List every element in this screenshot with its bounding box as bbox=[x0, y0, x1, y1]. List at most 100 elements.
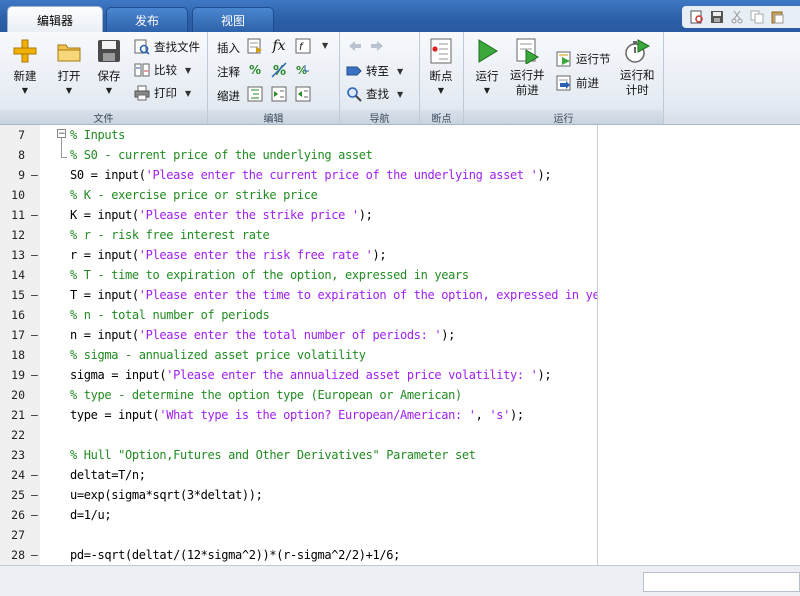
forward-arrow-icon[interactable] bbox=[368, 37, 386, 55]
code-line[interactable]: 15 — T = input('Please enter the time to e… bbox=[0, 285, 597, 305]
code-line[interactable]: 11 — K = input('Please enter the strike pr… bbox=[0, 205, 597, 225]
code-line[interactable]: 23 % Hull "Option,Futures and Other Deriv… bbox=[0, 445, 597, 465]
run-section-button[interactable]: 运行节 bbox=[556, 49, 611, 69]
line-number: 23 bbox=[11, 448, 25, 462]
chevron-down-icon[interactable]: ▼ bbox=[397, 90, 403, 99]
uncomment-icon[interactable]: % bbox=[270, 61, 288, 79]
chevron-down-icon[interactable]: ▼ bbox=[22, 86, 28, 95]
tab-editor[interactable]: 编辑器 bbox=[7, 6, 103, 33]
advance-icon bbox=[556, 75, 572, 91]
tab-view[interactable]: 视图 bbox=[192, 7, 274, 32]
code-line[interactable]: 27 bbox=[0, 525, 597, 545]
chevron-down-icon[interactable]: ▼ bbox=[185, 89, 191, 98]
code-line[interactable]: 18 % sigma - annualized asset price volat… bbox=[0, 345, 597, 365]
find-files-icon bbox=[134, 39, 150, 55]
code-editor[interactable]: − 7% Inputs 8% S0 - current price of the … bbox=[0, 125, 598, 565]
code-token: ); bbox=[537, 368, 552, 382]
compare-icon bbox=[134, 62, 150, 78]
code-line[interactable]: 8 % S0 - current price of the underlying … bbox=[0, 145, 597, 165]
breakpoint-marker[interactable]: — bbox=[31, 245, 38, 265]
code-string: 'Please enter the annualized asset price… bbox=[166, 368, 538, 382]
save-icon[interactable] bbox=[710, 10, 724, 24]
chevron-down-icon[interactable]: ▼ bbox=[397, 67, 403, 76]
code-text: r = input('Please enter the risk free ra… bbox=[70, 245, 387, 265]
smart-indent-icon[interactable] bbox=[246, 85, 264, 103]
comment-icon[interactable]: % bbox=[246, 61, 264, 79]
code-line[interactable]: 22 bbox=[0, 425, 597, 445]
tab-publish[interactable]: 发布 bbox=[106, 7, 188, 32]
decrease-indent-icon[interactable] bbox=[294, 85, 312, 103]
insert-section-icon[interactable] bbox=[246, 37, 264, 55]
run-button[interactable]: 运行 ▼ bbox=[474, 38, 500, 95]
code-token: ); bbox=[509, 408, 524, 422]
breakpoint-marker[interactable]: — bbox=[31, 205, 38, 225]
code-string: 'What type is the option? European/Ameri… bbox=[159, 408, 476, 422]
breakpoint-marker[interactable]: — bbox=[31, 325, 38, 345]
code-line[interactable]: 24 — deltat=T/n; bbox=[0, 465, 597, 485]
code-token: ); bbox=[372, 248, 387, 262]
breakpoint-marker[interactable]: — bbox=[31, 505, 38, 525]
code-comment: % r - risk free interest rate bbox=[70, 228, 270, 242]
line-number: 12 bbox=[11, 228, 25, 242]
code-line[interactable]: 10 % K - exercise price or strike price bbox=[0, 185, 597, 205]
open-button[interactable]: 打开 ▼ bbox=[56, 38, 82, 95]
code-token: deltat=T/n; bbox=[70, 468, 146, 482]
advance-button[interactable]: 前进 bbox=[556, 73, 599, 93]
code-line[interactable]: 26 — d=1/u; bbox=[0, 505, 597, 525]
back-arrow-icon[interactable] bbox=[346, 37, 364, 55]
print-button[interactable]: 打印 ▼ bbox=[134, 83, 191, 103]
code-text: d=1/u; bbox=[70, 505, 112, 525]
code-line[interactable]: 25 — u=exp(sigma*sqrt(3*deltat)); bbox=[0, 485, 597, 505]
code-line[interactable]: 12 % r - risk free interest rate bbox=[0, 225, 597, 245]
goto-button[interactable]: 转至 ▼ bbox=[346, 61, 403, 81]
find-files-button[interactable]: 查找文件 bbox=[134, 37, 200, 57]
code-line[interactable]: 21 — type = input('What type is the option… bbox=[0, 405, 597, 425]
editor-right-margin[interactable] bbox=[598, 125, 800, 565]
chevron-down-icon[interactable]: ▼ bbox=[106, 86, 112, 95]
breakpoint-marker[interactable]: — bbox=[31, 165, 38, 185]
copy-icon[interactable] bbox=[750, 10, 764, 24]
code-line[interactable]: 7 % Inputs bbox=[0, 125, 597, 145]
line-number: 13 bbox=[11, 248, 25, 262]
line-number: 18 bbox=[11, 348, 25, 362]
run-advance-button[interactable]: 运行并 前进 bbox=[510, 38, 545, 98]
run-and-time-button[interactable]: 运行和 计时 bbox=[620, 38, 655, 98]
new-button[interactable]: 新建 ▼ bbox=[12, 38, 38, 95]
breakpoint-marker[interactable]: — bbox=[31, 465, 38, 485]
wrap-comments-icon[interactable]: % bbox=[294, 61, 312, 79]
breakpoint-marker[interactable]: — bbox=[31, 545, 38, 565]
code-string: 'Please enter the risk free rate ' bbox=[138, 248, 373, 262]
code-line[interactable]: 19 — sigma = input('Please enter the annua… bbox=[0, 365, 597, 385]
breakpoint-marker[interactable]: — bbox=[31, 405, 38, 425]
save-button[interactable]: 保存 ▼ bbox=[96, 38, 122, 95]
chevron-down-icon[interactable]: ▼ bbox=[322, 41, 328, 50]
code-line[interactable]: 14 % T - time to expiration of the option… bbox=[0, 265, 597, 285]
breakpoint-marker[interactable]: — bbox=[31, 285, 38, 305]
code-comment: % Inputs bbox=[70, 128, 125, 142]
find-icon[interactable] bbox=[690, 10, 704, 24]
increase-indent-icon[interactable] bbox=[270, 85, 288, 103]
code-line[interactable]: 13 — r = input('Please enter the risk free… bbox=[0, 245, 597, 265]
code-line[interactable]: 28 — pd=-sqrt(deltat/(12*sigma^2))*(r-sigm… bbox=[0, 545, 597, 565]
code-line[interactable]: 20 % type - determine the option type (Eu… bbox=[0, 385, 597, 405]
code-line[interactable]: 9 — S0 = input('Please enter the current p… bbox=[0, 165, 597, 185]
breakpoints-button[interactable]: 断点 ▼ bbox=[428, 38, 454, 95]
find-button[interactable]: 查找 ▼ bbox=[346, 84, 403, 104]
insert-function-icon[interactable]: fx bbox=[270, 37, 288, 55]
line-number: 15 bbox=[11, 288, 25, 302]
breakpoint-marker[interactable]: — bbox=[31, 485, 38, 505]
breakpoint-marker[interactable]: — bbox=[31, 365, 38, 385]
paste-icon[interactable] bbox=[770, 10, 784, 24]
code-comment: % T - time to expiration of the option, … bbox=[70, 268, 469, 282]
chevron-down-icon[interactable]: ▼ bbox=[66, 86, 72, 95]
code-line[interactable]: 16 % n - total number of periods bbox=[0, 305, 597, 325]
code-line[interactable]: 17 — n = input('Please enter the total num… bbox=[0, 325, 597, 345]
chevron-down-icon[interactable]: ▼ bbox=[185, 66, 191, 75]
compare-button[interactable]: 比较 ▼ bbox=[134, 60, 191, 80]
chevron-down-icon[interactable]: ▼ bbox=[438, 86, 444, 95]
cut-icon[interactable] bbox=[730, 10, 744, 24]
line-number: 24 bbox=[11, 468, 25, 482]
folder-icon bbox=[56, 38, 82, 64]
chevron-down-icon[interactable]: ▼ bbox=[484, 86, 490, 95]
insert-fx-icon[interactable]: f bbox=[294, 37, 312, 55]
